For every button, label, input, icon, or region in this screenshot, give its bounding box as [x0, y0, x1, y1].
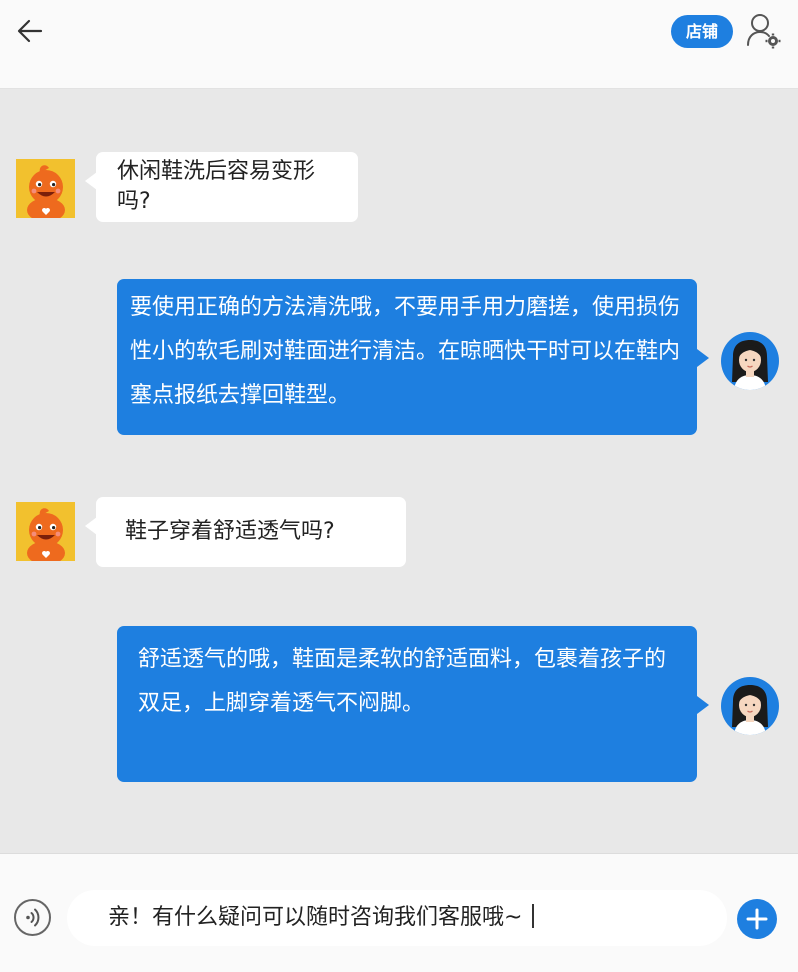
orange-mascot-icon: [27, 508, 65, 561]
message-input[interactable]: 亲！有什么疑问可以随时咨询我们客服哦~: [67, 890, 727, 946]
user-settings-icon[interactable]: [746, 12, 782, 50]
customer-message-bubble: 鞋子穿着舒适透气吗?: [85, 497, 406, 567]
chat-area: 休闲鞋洗后容易变形吗? 要使用正确的方法清洗哦，不要用手用力磨搓，使用损伤性小的…: [0, 89, 798, 852]
plus-icon[interactable]: [737, 899, 777, 939]
text-cursor: [532, 904, 535, 928]
woman-agent-icon: [732, 685, 768, 735]
customer-avatar: [16, 502, 75, 561]
service-avatar: [721, 332, 779, 390]
service-message-bubble: 舒适透气的哦，鞋面是柔软的舒适面料，包裹着孩子的双足，上脚穿着透气不闷脚。: [117, 626, 709, 782]
voice-icon[interactable]: [14, 899, 51, 936]
shop-button[interactable]: 店铺: [671, 15, 733, 48]
message-text: 舒适透气的哦，鞋面是柔软的舒适面料，包裹着孩子的双足，上脚穿着透气不闷脚。: [138, 647, 667, 716]
input-bar: 亲！有什么疑问可以随时咨询我们客服哦~: [0, 853, 798, 972]
customer-message-bubble: 休闲鞋洗后容易变形吗?: [85, 152, 358, 222]
message-text: 要使用正确的方法清洗哦，不要用手用力磨搓，使用损伤性小的软毛刷对鞋面进行清洁。在…: [130, 295, 681, 408]
woman-agent-icon: [732, 340, 768, 390]
service-avatar: [721, 677, 779, 735]
orange-mascot-icon: [27, 165, 65, 218]
message-text: 鞋子穿着舒适透气吗?: [125, 519, 335, 544]
top-bar: 店铺: [0, 0, 798, 89]
message-input-text: 亲！有什么疑问可以随时咨询我们客服哦~: [108, 905, 523, 930]
message-text: 休闲鞋洗后容易变形吗?: [117, 159, 316, 214]
back-arrow-icon[interactable]: [14, 14, 48, 48]
customer-avatar: [16, 159, 75, 218]
service-message-bubble: 要使用正确的方法清洗哦，不要用手用力磨搓，使用损伤性小的软毛刷对鞋面进行清洁。在…: [117, 279, 709, 435]
